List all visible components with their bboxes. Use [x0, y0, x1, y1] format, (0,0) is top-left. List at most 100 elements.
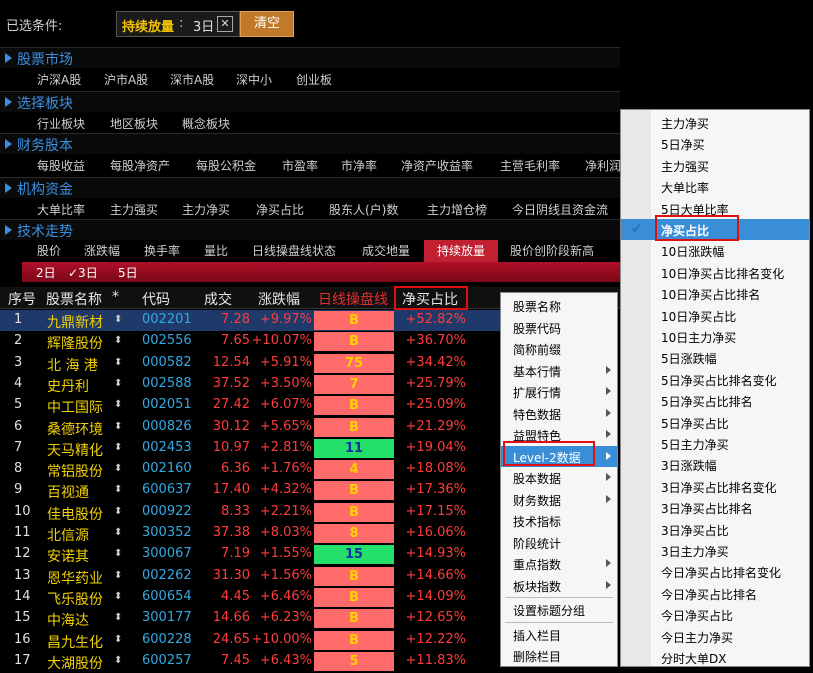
trend-tab[interactable]: 股价: [37, 240, 61, 262]
header-name[interactable]: 股票名称: [46, 289, 102, 309]
header-price[interactable]: 成交: [204, 289, 232, 309]
menu-item[interactable]: 股票名称: [501, 295, 617, 317]
section-item[interactable]: 创业板: [296, 71, 332, 88]
table-row[interactable]: 2 辉隆股份 ⬍ 002556 7.65 +10.07% B +36.70%: [0, 331, 500, 352]
section-header[interactable]: 财务股本: [0, 133, 620, 154]
table-row[interactable]: 5 中工国际 ⬍ 002051 27.42 +6.07% B +25.09%: [0, 395, 500, 416]
section-item[interactable]: 行业板块: [37, 115, 85, 132]
table-row[interactable]: 14 飞乐股份 ⬍ 600654 4.45 +6.46% B +14.09%: [0, 587, 500, 608]
section-item[interactable]: 概念板块: [182, 115, 230, 132]
section-header[interactable]: 选择板块: [0, 91, 620, 112]
menu-item[interactable]: 特色数据: [501, 403, 617, 425]
menu-item[interactable]: 扩展行情: [501, 381, 617, 403]
submenu-item[interactable]: 今日净买占比: [621, 604, 809, 625]
trend-tab-active[interactable]: 持续放量: [424, 240, 498, 262]
table-row[interactable]: 7 天马精化 ⬍ 002453 10.97 +2.81% 11 +19.04%: [0, 438, 500, 459]
table-row[interactable]: 8 常铝股份 ⬍ 002160 6.36 +1.76% 4 +18.08%: [0, 459, 500, 480]
table-row[interactable]: 11 北信源 ⬍ 300352 37.38 +8.03% 8 +16.06%: [0, 523, 500, 544]
submenu-item[interactable]: 5日涨跌幅: [621, 347, 809, 368]
menu-item[interactable]: 技术指标: [501, 510, 617, 532]
section-item[interactable]: 净利润: [585, 157, 621, 174]
submenu-item[interactable]: 10日净买占比: [621, 305, 809, 326]
submenu-item[interactable]: 3日涨跌幅: [621, 454, 809, 475]
submenu-item[interactable]: 10日涨跌幅: [621, 240, 809, 261]
submenu-item[interactable]: 5日净买占比排名: [621, 390, 809, 411]
submenu-item[interactable]: 5日主力净买: [621, 433, 809, 454]
header-change[interactable]: 涨跌幅: [258, 289, 300, 309]
menu-item[interactable]: 设置标题分组: [501, 599, 617, 621]
table-row[interactable]: 10 佳电股份 ⬍ 000922 8.33 +2.21% B +17.15%: [0, 502, 500, 523]
submenu-item[interactable]: 今日净买占比排名: [621, 583, 809, 604]
header-star[interactable]: *: [112, 289, 119, 305]
trend-tab[interactable]: 换手率: [144, 240, 180, 262]
table-row[interactable]: 13 恩华药业 ⬍ 002262 31.30 +1.56% B +14.66%: [0, 566, 500, 587]
trend-tab[interactable]: 股价创阶段新高: [510, 240, 594, 262]
day-option[interactable]: 5日: [118, 264, 138, 281]
day-option[interactable]: ✓3日: [68, 264, 98, 281]
menu-item[interactable]: 阶段统计: [501, 532, 617, 554]
submenu-item[interactable]: 今日净买占比排名变化: [621, 561, 809, 582]
section-item[interactable]: 大单比率: [37, 201, 85, 218]
submenu-item[interactable]: 主力净买: [621, 112, 809, 133]
submenu-item[interactable]: 3日净买占比: [621, 519, 809, 540]
submenu-item[interactable]: 3日主力净买: [621, 540, 809, 561]
section-header[interactable]: 股票市场: [0, 47, 620, 68]
header-code[interactable]: 代码: [142, 289, 170, 309]
submenu-item[interactable]: 今日主力净买: [621, 626, 809, 647]
submenu-item[interactable]: 3日净买占比排名: [621, 497, 809, 518]
table-row[interactable]: 12 安诺其 ⬍ 300067 7.19 +1.55% 15 +14.93%: [0, 544, 500, 565]
condition-tag[interactable]: 持续放量 : 3日 ✕: [116, 11, 240, 37]
section-item[interactable]: 主力增仓榜: [427, 201, 487, 218]
section-item[interactable]: 股东人(户)数: [329, 201, 398, 218]
menu-item[interactable]: 插入栏目: [501, 624, 617, 646]
table-row[interactable]: 6 桑德环境 ⬍ 000826 30.12 +5.65% B +21.29%: [0, 417, 500, 438]
menu-item[interactable]: 删除栏目: [501, 645, 617, 667]
table-row[interactable]: 3 北 海 港 ⬍ 000582 12.54 +5.91% 75 +34.42%: [0, 353, 500, 374]
section-item[interactable]: 今日阴线且资金流: [512, 201, 608, 218]
trend-tab[interactable]: 日线操盘线状态: [252, 240, 336, 262]
menu-item[interactable]: 板块指数: [501, 575, 617, 597]
table-row[interactable]: 1 九鼎新材 ⬍ 002201 7.28 +9.97% B +52.82%: [0, 310, 500, 332]
clear-button[interactable]: 清空: [240, 11, 294, 37]
section-item[interactable]: 每股净资产: [110, 157, 170, 174]
menu-item[interactable]: 股本数据: [501, 467, 617, 489]
submenu-item[interactable]: 10日净买占比排名变化: [621, 262, 809, 283]
menu-item[interactable]: 简称前缀: [501, 338, 617, 360]
day-option[interactable]: 2日: [36, 264, 56, 281]
submenu-item[interactable]: 分时大单DX: [621, 647, 809, 668]
section-item[interactable]: 每股收益: [37, 157, 85, 174]
close-icon[interactable]: ✕: [217, 16, 233, 32]
section-item[interactable]: 主力强买: [110, 201, 158, 218]
submenu-item[interactable]: 5日净买占比: [621, 412, 809, 433]
section-item[interactable]: 市盈率: [282, 157, 318, 174]
section-header[interactable]: 技术走势: [0, 219, 620, 240]
section-item[interactable]: 主营毛利率: [500, 157, 560, 174]
submenu-item[interactable]: 5日净买: [621, 133, 809, 154]
table-row[interactable]: 16 昌九生化 ⬍ 600228 24.65 +10.00% B +12.22%: [0, 630, 500, 651]
header-index[interactable]: 序号: [8, 289, 36, 309]
section-item[interactable]: 每股公积金: [196, 157, 256, 174]
menu-item[interactable]: 基本行情: [501, 360, 617, 382]
section-item[interactable]: 主力净买: [182, 201, 230, 218]
table-row[interactable]: 9 百视通 ⬍ 600637 17.40 +4.32% B +17.36%: [0, 480, 500, 501]
submenu-item[interactable]: 3日净买占比排名变化: [621, 476, 809, 497]
section-item[interactable]: 地区板块: [110, 115, 158, 132]
table-row[interactable]: 4 史丹利 ⬍ 002588 37.52 +3.50% 7 +25.79%: [0, 374, 500, 395]
menu-item[interactable]: 重点指数: [501, 553, 617, 575]
submenu-item[interactable]: 10日净买占比排名: [621, 283, 809, 304]
trend-tab[interactable]: 涨跌幅: [84, 240, 120, 262]
table-row[interactable]: 17 大湖股份 ⬍ 600257 7.45 +6.43% 5 +11.83%: [0, 651, 500, 672]
submenu-item[interactable]: 10日主力净买: [621, 326, 809, 347]
table-row[interactable]: 15 中海达 ⬍ 300177 14.66 +6.23% B +12.65%: [0, 608, 500, 629]
section-item[interactable]: 沪深A股: [37, 71, 81, 88]
section-item[interactable]: 深市A股: [170, 71, 214, 88]
section-item[interactable]: 市净率: [341, 157, 377, 174]
submenu-item[interactable]: 5日净买占比排名变化: [621, 369, 809, 390]
header-signal[interactable]: 日线操盘线: [318, 289, 388, 309]
submenu-item[interactable]: 主力强买: [621, 155, 809, 176]
trend-tab[interactable]: 量比: [204, 240, 228, 262]
section-item[interactable]: 深中小: [236, 71, 272, 88]
section-header[interactable]: 机构资金: [0, 177, 620, 198]
menu-item[interactable]: 财务数据: [501, 489, 617, 511]
submenu-item[interactable]: 大单比率: [621, 176, 809, 197]
